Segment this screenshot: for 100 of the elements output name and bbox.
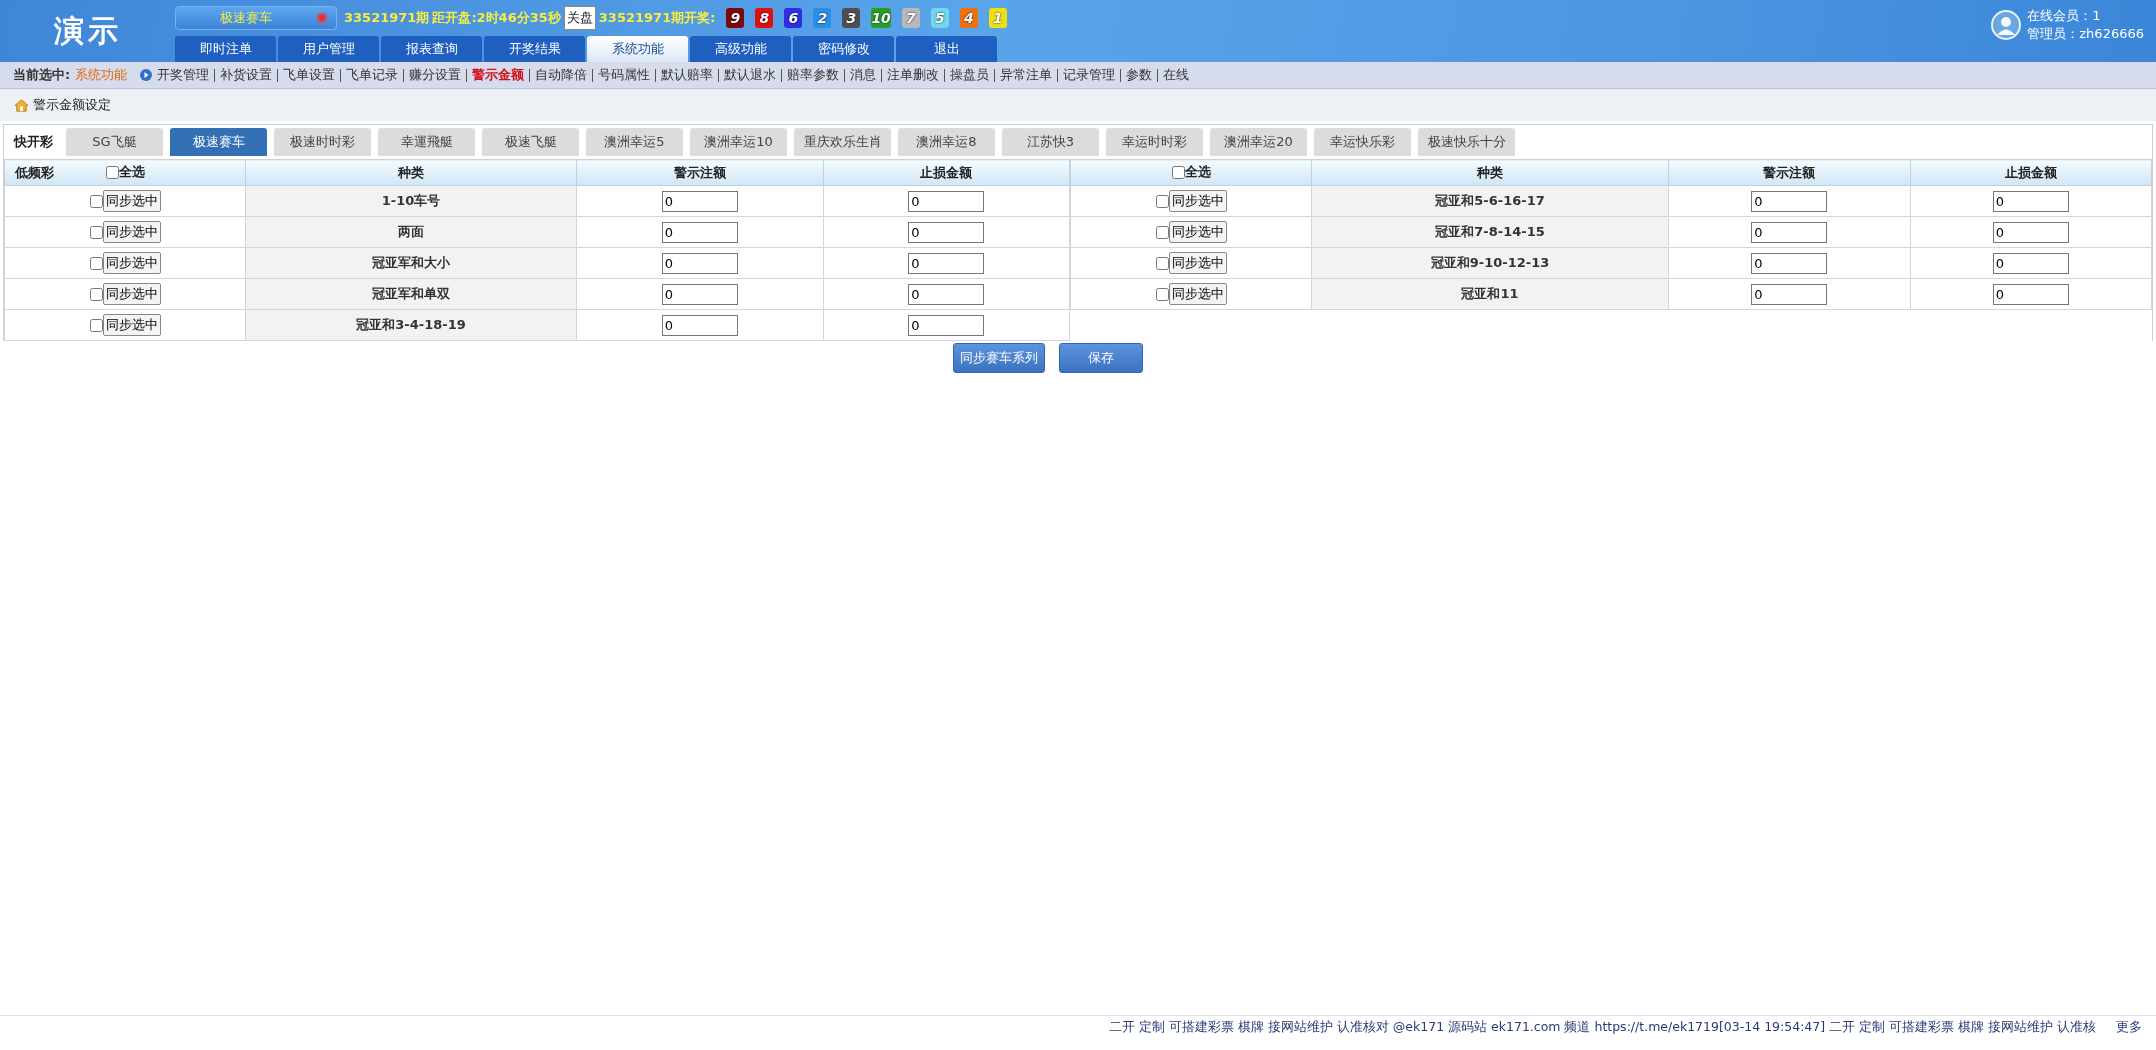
- stop-amount-input[interactable]: 0: [908, 283, 985, 305]
- nav-tab[interactable]: 开奖结果: [484, 36, 585, 62]
- slow-lottery-label: 低频彩: [15, 164, 54, 182]
- sub-nav-link[interactable]: 参数: [1126, 66, 1153, 84]
- stop-amount-input[interactable]: 0: [1992, 283, 2069, 305]
- sync-select-button[interactable]: 同步选中: [1168, 221, 1227, 243]
- row-checkbox[interactable]: [89, 287, 103, 301]
- table-cell: 冠亚和9-10-12-13: [1311, 247, 1669, 279]
- nav-tab[interactable]: 退出: [896, 36, 997, 62]
- sub-nav-link[interactable]: 飞单设置: [283, 66, 336, 84]
- warn-amount-input[interactable]: 0: [661, 252, 738, 274]
- marquee-text: 二开 定制 可搭建彩票 棋牌 接网站维护 认准核对 @ek171 源码站 ek171.com 频道 https://t.me/ek1719[03-14 19:54:47] 二开 定制 可搭建彩票 棋牌 接网站维护 认准核: [1109, 1018, 2096, 1036]
- lottery-tab[interactable]: 幸運飛艇: [378, 128, 475, 156]
- sub-nav-link[interactable]: 赚分设置: [409, 66, 462, 84]
- sub-nav-link[interactable]: 异常注单: [1000, 66, 1053, 84]
- sync-select-button[interactable]: 同步选中: [102, 190, 161, 212]
- warn-amount-input[interactable]: 0: [1751, 190, 1828, 212]
- column-header: 止损金额: [1910, 159, 2152, 186]
- lottery-tab[interactable]: 澳洲幸运20: [1210, 128, 1307, 156]
- lottery-tab[interactable]: 幸运时时彩: [1106, 128, 1203, 156]
- lottery-tab[interactable]: 极速快乐十分: [1418, 128, 1515, 156]
- sub-nav-link[interactable]: 默认退水: [724, 66, 777, 84]
- sync-select-button[interactable]: 同步选中: [102, 283, 161, 305]
- warn-amount-input[interactable]: 0: [661, 190, 738, 212]
- lottery-tab[interactable]: SG飞艇: [66, 128, 163, 156]
- sub-nav-link[interactable]: 警示金额: [472, 66, 525, 84]
- lottery-tab[interactable]: 极速赛车: [170, 128, 267, 156]
- nav-tab[interactable]: 密码修改: [793, 36, 894, 62]
- breadcrumb-title: 警示金额设定: [33, 96, 111, 114]
- table-cell: 冠亚军和单双: [245, 278, 577, 310]
- column-header: 警示注额: [1668, 159, 1910, 186]
- stop-amount-input[interactable]: 0: [908, 221, 985, 243]
- online-members-text: 在线会员：1: [2027, 7, 2102, 25]
- lottery-tab[interactable]: 幸运快乐彩: [1314, 128, 1411, 156]
- warn-amount-input[interactable]: 0: [1751, 252, 1828, 274]
- row-checkbox[interactable]: [89, 194, 103, 208]
- select-all-label: 全选: [118, 163, 145, 182]
- stop-amount-input[interactable]: 0: [908, 314, 985, 336]
- sub-nav-link[interactable]: 赔率参数: [787, 66, 840, 84]
- sub-nav-link[interactable]: 飞单记录: [346, 66, 399, 84]
- nav-tab[interactable]: 用户管理: [278, 36, 379, 62]
- warn-amount-input[interactable]: 0: [1751, 221, 1828, 243]
- row-checkbox[interactable]: [89, 318, 103, 332]
- nav-tab[interactable]: 报表查询: [381, 36, 482, 62]
- sync-select-button[interactable]: 同步选中: [1168, 252, 1227, 274]
- warn-amount-input[interactable]: 0: [661, 314, 738, 336]
- row-checkbox[interactable]: [1155, 287, 1169, 301]
- action-button[interactable]: 保存: [1059, 343, 1143, 373]
- sub-nav-link[interactable]: 默认赔率: [661, 66, 714, 84]
- lottery-tab[interactable]: 江苏快3: [1002, 128, 1099, 156]
- stop-amount-input[interactable]: 0: [1992, 190, 2069, 212]
- lottery-tab[interactable]: 极速飞艇: [482, 128, 579, 156]
- countdown-text: 距开盘:2时46分35秒: [432, 9, 561, 27]
- stop-amount-input[interactable]: 0: [1992, 221, 2069, 243]
- period-text: 33521971期: [344, 9, 430, 27]
- stop-amount-input[interactable]: 0: [908, 190, 985, 212]
- action-button[interactable]: 同步赛车系列: [953, 343, 1045, 373]
- sub-nav-link[interactable]: 记录管理: [1063, 66, 1116, 84]
- sub-nav-link[interactable]: 号码属性: [598, 66, 651, 84]
- nav-tab[interactable]: 高级功能: [690, 36, 791, 62]
- lottery-tab[interactable]: 澳洲幸运5: [586, 128, 683, 156]
- sub-nav-link[interactable]: 开奖管理: [157, 66, 210, 84]
- column-header: 警示注额: [576, 159, 823, 186]
- table-cell: 冠亚和5-6-16-17: [1311, 185, 1669, 217]
- nav-tab[interactable]: 系统功能: [587, 36, 688, 62]
- sync-select-button[interactable]: 同步选中: [102, 221, 161, 243]
- lottery-tab[interactable]: 澳洲幸运8: [898, 128, 995, 156]
- row-checkbox[interactable]: [1155, 225, 1169, 239]
- more-link[interactable]: 更多: [2116, 1018, 2142, 1036]
- select-all-checkbox[interactable]: [105, 165, 119, 179]
- sync-select-button[interactable]: 同步选中: [102, 314, 161, 336]
- column-header: 种类: [245, 159, 577, 186]
- row-checkbox[interactable]: [1155, 194, 1169, 208]
- sub-nav-link[interactable]: 操盘员: [950, 66, 990, 84]
- last-draw-label: 33521971期开奖:: [598, 9, 716, 27]
- sync-select-button[interactable]: 同步选中: [1168, 283, 1227, 305]
- sub-nav-link[interactable]: 注单删改: [887, 66, 940, 84]
- warn-amount-input[interactable]: 0: [661, 221, 738, 243]
- sync-select-button[interactable]: 同步选中: [102, 252, 161, 274]
- stop-amount-input[interactable]: 0: [908, 252, 985, 274]
- sync-select-button[interactable]: 同步选中: [1168, 190, 1227, 212]
- select-all-checkbox[interactable]: [1171, 165, 1185, 179]
- table-cell: 冠亚和3-4-18-19: [245, 309, 577, 341]
- sub-nav-link[interactable]: 自动降倍: [535, 66, 588, 84]
- warn-amount-input[interactable]: 0: [661, 283, 738, 305]
- lottery-tab[interactable]: 澳洲幸运10: [690, 128, 787, 156]
- sub-nav-link[interactable]: 消息: [850, 66, 877, 84]
- column-header: 种类: [1311, 159, 1669, 186]
- home-icon: [14, 97, 29, 113]
- nav-tab[interactable]: 即时注单: [175, 36, 276, 62]
- row-checkbox[interactable]: [89, 225, 103, 239]
- lottery-tab[interactable]: 极速时时彩: [274, 128, 371, 156]
- select-all-label: 全选: [1184, 163, 1211, 182]
- row-checkbox[interactable]: [1155, 256, 1169, 270]
- lottery-tab[interactable]: 重庆欢乐生肖: [794, 128, 891, 156]
- sub-nav-link[interactable]: 在线: [1163, 66, 1190, 84]
- warn-amount-input[interactable]: 0: [1751, 283, 1828, 305]
- stop-amount-input[interactable]: 0: [1992, 252, 2069, 274]
- row-checkbox[interactable]: [89, 256, 103, 270]
- sub-nav-link[interactable]: 补货设置: [220, 66, 273, 84]
